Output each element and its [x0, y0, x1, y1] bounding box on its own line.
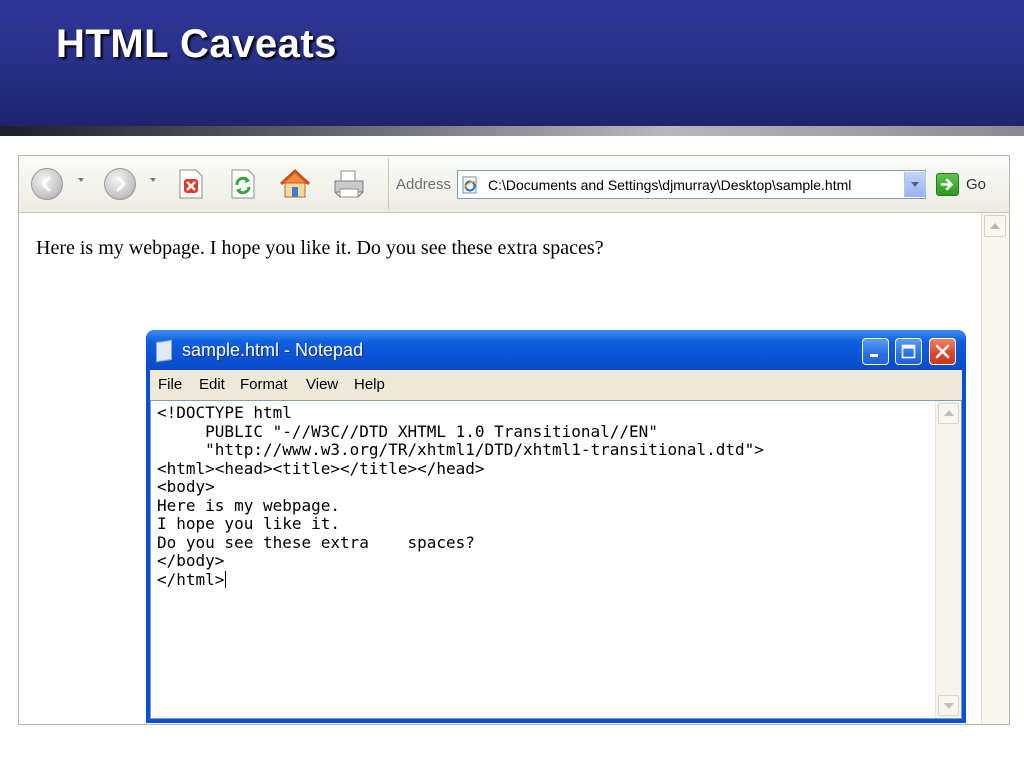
menu-edit[interactable]: Edit [199, 376, 225, 393]
back-dropdown-icon[interactable] [78, 178, 84, 182]
address-bar[interactable]: C:\Documents and Settings\djmurray\Deskt… [457, 170, 926, 199]
address-input[interactable]: C:\Documents and Settings\djmurray\Deskt… [488, 177, 851, 193]
menu-view[interactable]: View [306, 376, 338, 393]
toolbar-separator [388, 158, 389, 210]
slide-header: HTML Caveats [0, 0, 1024, 126]
scroll-down-icon[interactable] [938, 695, 959, 716]
rendered-page-text: Here is my webpage. I hope you like it. … [36, 237, 604, 259]
close-icon [935, 344, 950, 359]
notepad-title: sample.html - Notepad [182, 340, 364, 360]
maximize-button[interactable] [895, 338, 922, 365]
maximize-icon [901, 344, 916, 359]
back-arrow-icon [41, 176, 51, 192]
notepad-text-area[interactable]: <!DOCTYPE html PUBLIC "-//W3C//DTD XHTML… [150, 400, 962, 719]
text-caret [225, 570, 227, 588]
printer-icon[interactable] [332, 168, 366, 200]
refresh-icon[interactable] [228, 168, 258, 200]
header-divider [0, 126, 1024, 136]
menu-file[interactable]: File [158, 376, 182, 393]
menu-format[interactable]: Format [240, 376, 288, 393]
minimize-icon [870, 354, 878, 357]
ie-page-icon [462, 176, 478, 194]
notepad-menubar: File Edit Format View Help [150, 370, 962, 400]
forward-arrow-icon [116, 176, 126, 192]
browser-toolbar: Address C:\Documents and Settings\djmurr… [19, 156, 1009, 213]
go-button[interactable]: Go [966, 176, 986, 193]
forward-dropdown-icon[interactable] [150, 178, 156, 182]
stop-icon[interactable] [176, 168, 206, 200]
home-icon[interactable] [278, 168, 312, 200]
forward-button[interactable] [104, 168, 136, 200]
notepad-content[interactable]: <!DOCTYPE html PUBLIC "-//W3C//DTD XHTML… [157, 403, 764, 589]
notepad-app-icon [156, 339, 172, 363]
notepad-scrollbar[interactable] [935, 401, 961, 718]
browser-scrollbar[interactable] [981, 213, 1009, 724]
slide-title: HTML Caveats [56, 22, 337, 66]
back-button[interactable] [31, 168, 63, 200]
minimize-button[interactable] [862, 338, 889, 365]
menu-help[interactable]: Help [354, 376, 385, 393]
scroll-up-icon[interactable] [938, 403, 959, 424]
scroll-up-icon[interactable] [984, 215, 1006, 237]
notepad-window: sample.html - Notepad File Edit Format V… [146, 330, 966, 723]
close-button[interactable] [929, 338, 956, 365]
address-label: Address [396, 176, 452, 193]
go-arrow-icon[interactable] [936, 173, 959, 196]
notepad-titlebar[interactable]: sample.html - Notepad [146, 330, 966, 370]
address-dropdown-icon[interactable] [904, 172, 926, 197]
